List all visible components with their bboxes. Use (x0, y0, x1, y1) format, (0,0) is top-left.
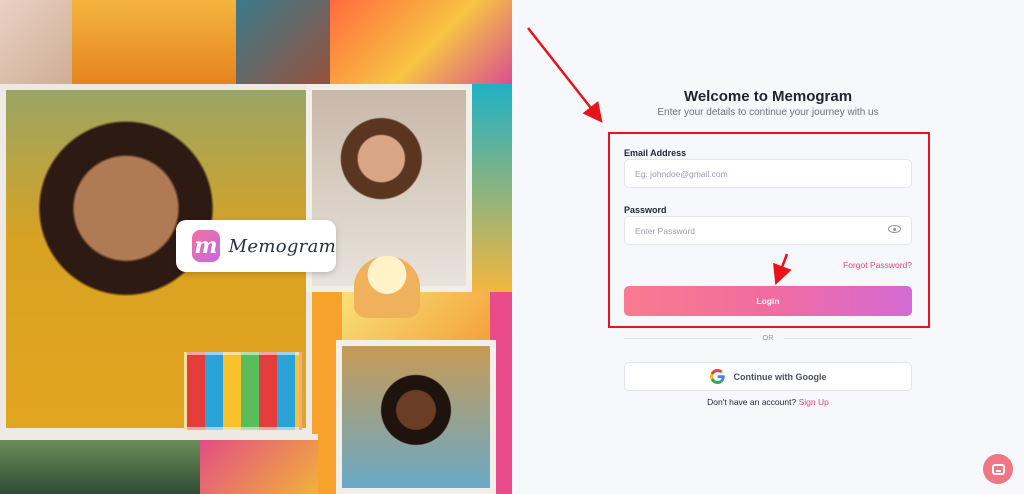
or-divider: OR (624, 333, 912, 342)
photo-collage: m Memogram (0, 0, 512, 494)
chat-support-button[interactable] (983, 454, 1013, 484)
gift-box-image (184, 352, 302, 430)
signup-link[interactable]: Sign Up (799, 397, 829, 407)
collage-photo-kids (0, 434, 200, 494)
collage-photo-4 (330, 0, 512, 84)
collage-photo-child (336, 340, 496, 494)
collage-photo-party (200, 434, 318, 494)
brand-logo-card: m Memogram (176, 220, 336, 272)
annotation-highlight-box (608, 132, 930, 328)
signup-prompt: Don't have an account? (707, 397, 797, 407)
collage-photo-3 (236, 0, 336, 84)
google-button-label: Continue with Google (733, 371, 827, 382)
page-subtitle: Enter your details to continue your jour… (657, 107, 879, 118)
google-login-button[interactable]: Continue with Google (624, 362, 912, 391)
brand-logo-icon: m (192, 230, 220, 262)
chat-bubble-icon (991, 463, 1005, 475)
page-title: Welcome to Memogram (683, 88, 853, 105)
cupcake-image (354, 256, 420, 318)
collage-background-strip (466, 84, 512, 292)
google-logo-icon (709, 369, 725, 384)
signup-row: Don't have an account? Sign Up (512, 397, 1024, 407)
brand-logo-text: Memogram (228, 235, 336, 257)
divider-line-right (784, 338, 912, 339)
collage-photo-cake (72, 0, 242, 84)
